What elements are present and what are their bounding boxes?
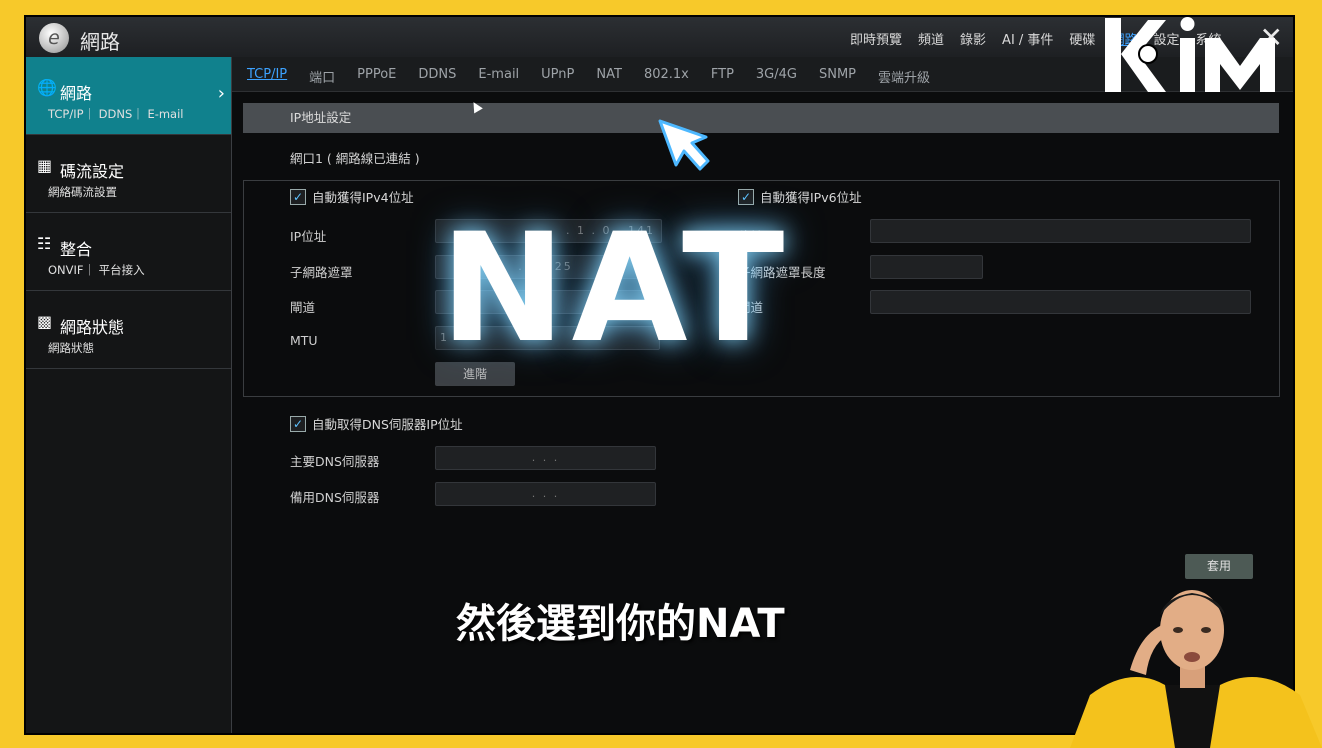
- tab-upnp[interactable]: UPnP: [541, 67, 574, 86]
- dns-auto-checkbox[interactable]: ✓ 自動取得DNS伺服器IP位址: [290, 414, 463, 433]
- tab-port[interactable]: 端口: [309, 67, 335, 86]
- ipv4-mask-label: 子網路遮罩: [290, 265, 353, 280]
- top-nav-disk[interactable]: 硬碟: [1069, 29, 1095, 48]
- sidebar-item-subtitle: 網絡碼流設置: [48, 185, 117, 199]
- tab-email[interactable]: E-mail: [478, 67, 519, 86]
- tab-cloud-upgrade[interactable]: 雲端升級: [878, 67, 930, 86]
- checkmark-icon: ✓: [290, 188, 306, 205]
- dns-secondary-input[interactable]: . . .: [435, 482, 656, 506]
- ipv4-ip-label: IP位址: [290, 229, 327, 244]
- ipv6-gateway-input[interactable]: [870, 290, 1251, 314]
- tab-tcpip[interactable]: TCP/IP: [247, 67, 287, 86]
- sidebar-item-title: 整合: [60, 240, 93, 259]
- sidebar-item-subtitle: 網路狀態: [48, 341, 94, 355]
- mtu-label: MTU: [290, 333, 318, 348]
- sidebar-item-title: 網路狀態: [60, 318, 125, 337]
- sidebar-item-integration[interactable]: ☷ 整合 ONVIF｜ 平台接入: [26, 213, 231, 291]
- pointer-arrow-icon: [658, 119, 710, 171]
- ipv4-gateway-label: 閘道: [290, 300, 316, 315]
- channel-logo-icon: [1105, 17, 1275, 92]
- app-title: 網路: [80, 30, 120, 54]
- dns-auto-label: 自動取得DNS伺服器IP位址: [312, 417, 463, 432]
- cluster-icon: ☷: [37, 234, 52, 253]
- section-header: IP地址設定: [243, 103, 1279, 133]
- ipv4-auto-label: 自動獲得IPv4位址: [312, 190, 414, 205]
- sidebar-item-network-status[interactable]: ▩ 網路狀態 網路狀態: [26, 291, 231, 369]
- sidebar-item-title: 碼流設定: [60, 162, 125, 181]
- sidebar-item-stream[interactable]: ▦ 碼流設定 網絡碼流設置: [26, 135, 231, 213]
- nat-overlay-text: NAT: [440, 202, 791, 376]
- ipv6-ip-input[interactable]: [870, 219, 1251, 243]
- tab-ddns[interactable]: DDNS: [418, 67, 456, 86]
- ipv4-auto-checkbox[interactable]: ✓ 自動獲得IPv4位址: [290, 187, 414, 206]
- video-caption: 然後選到你的NAT: [456, 601, 785, 647]
- tab-ftp[interactable]: FTP: [711, 67, 734, 86]
- checkmark-icon: ✓: [290, 415, 306, 432]
- top-nav-live-view[interactable]: 即時預覽: [850, 29, 902, 48]
- sidebar-item-subtitle: ONVIF｜ 平台接入: [48, 263, 145, 277]
- sidebar-item-subtitle: TCP/IP｜ DDNS｜ E-mail: [48, 107, 184, 121]
- section-title: IP地址設定: [290, 110, 352, 125]
- top-nav-ai-event[interactable]: AI / 事件: [1002, 29, 1053, 48]
- sidebar: 🌐 網路 TCP/IP｜ DDNS｜ E-mail › ▦ 碼流設定 網絡碼流設…: [26, 57, 232, 733]
- tab-3g4g[interactable]: 3G/4G: [756, 67, 797, 86]
- ipv6-prefix-input[interactable]: [870, 255, 983, 279]
- tab-nat[interactable]: NAT: [596, 67, 622, 86]
- presenter-avatar: [1070, 590, 1322, 748]
- dns-secondary-label: 備用DNS伺服器: [290, 490, 380, 505]
- sidebar-item-title: 網路: [60, 84, 93, 103]
- tab-snmp[interactable]: SNMP: [819, 67, 856, 86]
- top-nav-channel[interactable]: 頻道: [918, 29, 944, 48]
- globe-icon: 🌐: [37, 78, 57, 97]
- sidebar-item-network[interactable]: 🌐 網路 TCP/IP｜ DDNS｜ E-mail ›: [26, 57, 231, 135]
- dns-primary-label: 主要DNS伺服器: [290, 454, 380, 469]
- app-logo-icon: e: [39, 23, 69, 53]
- chevron-right-icon: ›: [217, 83, 225, 104]
- dns-primary-input[interactable]: . . .: [435, 446, 656, 470]
- top-nav-record[interactable]: 錄影: [960, 29, 986, 48]
- port-status-label: 網口1 ( 網路線已連結 ): [290, 151, 420, 166]
- signal-icon: ▩: [37, 312, 53, 331]
- tab-pppoe[interactable]: PPPoE: [357, 67, 396, 86]
- grid-icon: ▦: [37, 156, 53, 175]
- tab-8021x[interactable]: 802.1x: [644, 67, 689, 86]
